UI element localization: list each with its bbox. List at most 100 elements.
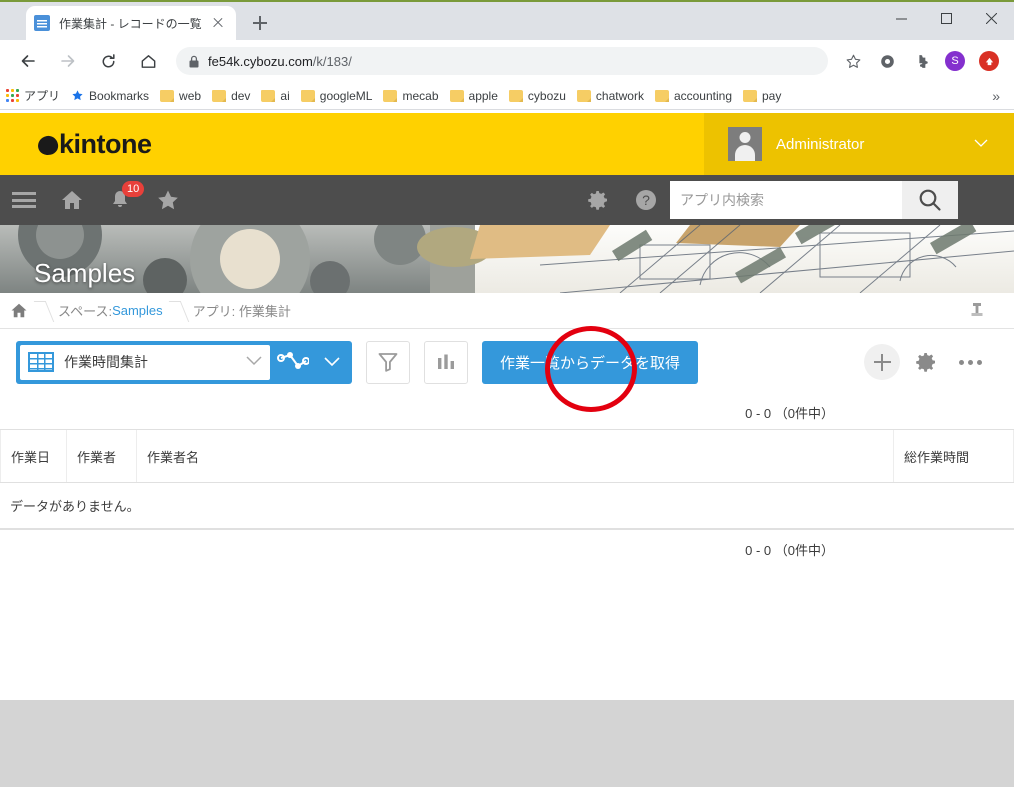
chevron-down-icon[interactable]	[316, 357, 348, 367]
breadcrumb-separator	[170, 293, 186, 329]
bookmark-item-pay[interactable]: pay	[743, 89, 781, 103]
kintone-logo-text: kintone	[59, 128, 152, 159]
star-icon[interactable]	[144, 175, 192, 225]
table-header-cell[interactable]: 作業者	[67, 430, 137, 482]
bookmark-item-apps[interactable]: アプリ	[6, 87, 60, 104]
empty-message: データがありません。	[10, 499, 140, 514]
hamburger-icon[interactable]	[0, 175, 48, 225]
home-icon[interactable]	[48, 175, 96, 225]
bookmark-item-mecab[interactable]: mecab	[383, 88, 439, 103]
table-header-cell[interactable]: 作業者名	[137, 430, 894, 482]
bookmark-item-bookmarks[interactable]: Bookmarks	[71, 89, 149, 103]
toolbar-right-actions	[860, 329, 992, 395]
star-icon[interactable]	[839, 47, 867, 75]
window-controls	[879, 2, 1014, 34]
reload-icon[interactable]	[92, 45, 124, 77]
url-host: fe54k.cybozu.com	[208, 53, 313, 69]
home-icon[interactable]	[132, 45, 164, 77]
folder-icon	[576, 89, 591, 102]
table-header-cell[interactable]: 総作業時間	[894, 430, 1014, 482]
view-selector[interactable]: 作業時間集計	[16, 340, 352, 384]
gear-extension-icon[interactable]	[873, 47, 901, 75]
close-icon[interactable]	[969, 2, 1014, 34]
folder-icon	[300, 89, 315, 102]
close-icon[interactable]	[208, 13, 228, 33]
chevron-down-icon[interactable]	[246, 355, 262, 369]
add-record-button[interactable]	[860, 342, 904, 382]
minimize-icon[interactable]	[879, 2, 924, 34]
bookmark-label: mecab	[402, 88, 439, 103]
notification-badge: 10	[122, 181, 145, 197]
back-arrow-icon[interactable]	[12, 45, 44, 77]
user-avatar-icon	[728, 127, 762, 161]
url-text: fe54k.cybozu.com/k/183/	[208, 54, 352, 69]
update-icon[interactable]	[975, 47, 1003, 75]
user-name: Administrator	[776, 135, 865, 153]
kintone-app-page: kintone Administrator 10 ? アプリ内検索 Sample…	[0, 113, 1014, 787]
bookmark-item-web[interactable]: web	[160, 89, 201, 103]
bookmark-label: pay	[762, 88, 782, 103]
filter-icon[interactable]	[366, 340, 410, 384]
kintone-logo[interactable]: kintone	[36, 128, 152, 160]
bookmark-label: アプリ	[24, 89, 61, 103]
bookmark-item-chatwork[interactable]: chatwork	[576, 88, 644, 103]
url-path: /k/183/	[312, 53, 352, 69]
bookmark-item-cybozu[interactable]: cybozu	[508, 89, 566, 103]
bookmark-label: chatwork	[595, 88, 644, 103]
view-selector-field[interactable]: 作業時間集計	[20, 344, 270, 380]
bookmark-label: apple	[468, 88, 498, 103]
table-header-cell[interactable]: 作業日	[0, 430, 67, 482]
app-settings-icon[interactable]	[904, 342, 948, 382]
table-empty-row: データがありません。	[0, 482, 1014, 528]
bar-chart-icon[interactable]	[424, 340, 468, 384]
bookmarks-bar: アプリ Bookmarks web dev ai googleML mecab …	[0, 82, 1014, 110]
address-bar[interactable]: fe54k.cybozu.com/k/183/	[176, 47, 828, 75]
fetch-data-button[interactable]: 作業一覧からデータを取得	[482, 340, 699, 384]
app-toolbar: 作業時間集計 作業一覧からデータを取得	[0, 329, 1014, 395]
record-count-bottom-text: 0 - 0 （0件中）	[745, 543, 834, 558]
bookmark-item-dev[interactable]: dev	[212, 89, 250, 103]
bookmark-item-ai[interactable]: ai	[261, 88, 290, 103]
bell-icon[interactable]: 10	[96, 175, 145, 225]
puzzle-extension-icon[interactable]	[907, 47, 935, 75]
more-options-icon[interactable]	[948, 342, 992, 382]
profile-avatar[interactable]: S	[941, 47, 969, 75]
chevron-down-icon	[974, 135, 988, 153]
browser-tab[interactable]: 作業集計 - レコードの一覧	[26, 6, 236, 40]
bookmark-label: Bookmarks	[89, 88, 150, 103]
record-count-top: 0 - 0 （0件中）	[0, 395, 1014, 429]
breadcrumb-app[interactable]: アプリ: 作業集計	[193, 301, 291, 320]
bookmark-item-apple[interactable]: apple	[449, 88, 498, 103]
browser-titlebar: 作業集計 - レコードの一覧	[0, 0, 1014, 40]
bookmarks-overflow-icon[interactable]: »	[992, 88, 1008, 104]
bookmark-label: googleML	[319, 88, 373, 103]
maximize-icon[interactable]	[924, 2, 969, 34]
tab-title: 作業集計 - レコードの一覧	[59, 16, 202, 31]
record-count-top-text: 0 - 0 （0件中）	[745, 405, 834, 421]
breadcrumb-space-name[interactable]: Samples	[112, 303, 163, 318]
bookmark-label: accounting	[673, 88, 732, 103]
pin-icon[interactable]	[970, 302, 984, 327]
kintone-mark-icon	[36, 133, 60, 157]
new-tab-button[interactable]	[246, 9, 274, 37]
folder-icon	[160, 89, 175, 102]
breadcrumb-home-icon[interactable]	[10, 302, 28, 319]
graph-view-icon[interactable]	[270, 350, 316, 374]
search-icon[interactable]	[902, 181, 958, 219]
star-icon	[71, 89, 84, 102]
bookmark-item-googleml[interactable]: googleML	[300, 88, 373, 103]
folder-icon	[212, 89, 227, 102]
breadcrumb: スペース: Samples アプリ: 作業集計	[0, 293, 1014, 329]
view-name: 作業時間集計	[64, 354, 148, 370]
user-menu[interactable]: Administrator	[704, 113, 1014, 175]
help-icon[interactable]: ?	[622, 175, 670, 225]
breadcrumb-space[interactable]: スペース: Samples	[58, 301, 163, 320]
space-banner: Samples	[0, 225, 1014, 293]
bookmark-label: ai	[280, 88, 290, 103]
forward-arrow-icon[interactable]	[52, 45, 84, 77]
page-background-area	[0, 700, 1014, 787]
browser-window: 作業集計 - レコードの一覧 fe54k.cybozu.com/k/183/ S…	[0, 0, 1014, 787]
bookmark-item-accounting[interactable]: accounting	[654, 88, 732, 103]
gear-icon[interactable]	[574, 175, 622, 225]
search-input[interactable]	[670, 181, 902, 219]
